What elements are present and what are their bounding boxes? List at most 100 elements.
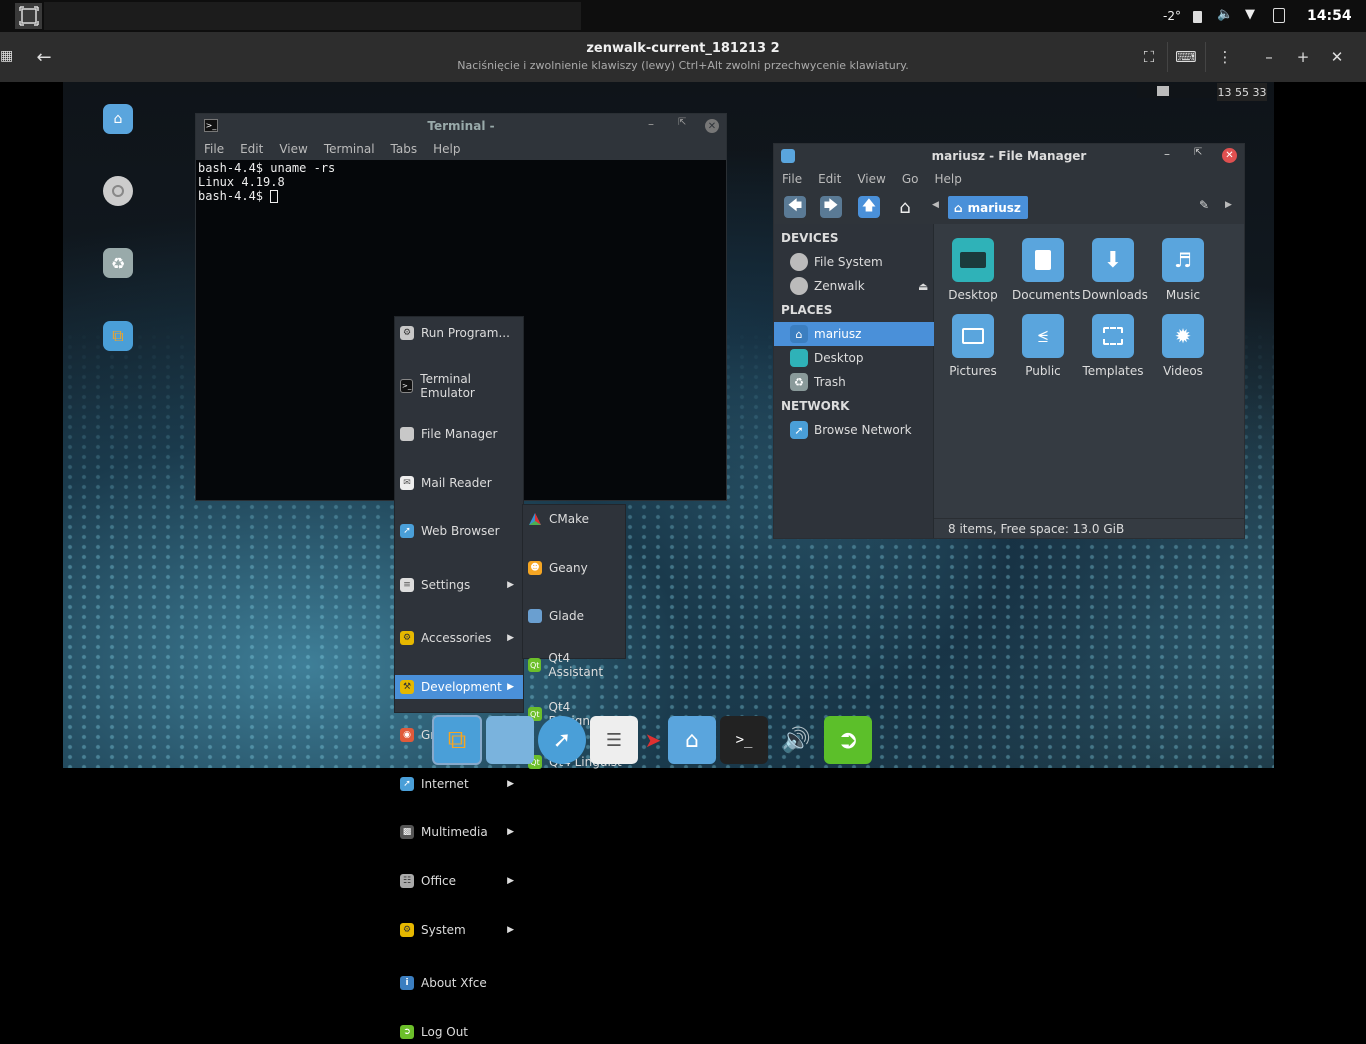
dock-pin[interactable]: ➤ — [642, 716, 664, 764]
menu-item-terminal-emulator[interactable]: >_ Terminal Emulator — [395, 372, 523, 400]
clipboard-icon[interactable] — [1273, 8, 1285, 23]
menu-item-accessories[interactable]: ⚙ Accessories ▶ — [395, 626, 523, 650]
folder-videos[interactable]: ✹ Videos — [1152, 314, 1214, 378]
menu-item-log-out[interactable]: ➲ Log Out — [395, 1020, 523, 1044]
path-scroll-right-icon[interactable]: ▶ — [1225, 200, 1232, 210]
menu-item-office[interactable]: ☷ Office ▶ — [395, 869, 523, 893]
folder-music[interactable]: ♬ Music — [1152, 238, 1214, 302]
minimize-icon[interactable]: – — [648, 117, 654, 131]
close-button[interactable]: ✕ — [1322, 42, 1352, 72]
menu-item-file-manager[interactable]: File Manager — [395, 422, 523, 446]
menu-go[interactable]: Go — [894, 172, 927, 186]
path-scroll-left-icon[interactable]: ◀ — [932, 200, 939, 210]
chevron-right-icon: ▶ — [507, 925, 514, 935]
home-button[interactable]: ⌂ — [894, 196, 916, 218]
fullscreen-button[interactable]: ⛶ — [1134, 42, 1164, 72]
activities-button[interactable] — [15, 3, 42, 29]
clapperboard-icon: ▩ — [400, 825, 414, 839]
dock-web-browser[interactable]: ➚ — [538, 716, 586, 764]
menu-item-settings[interactable]: ≡ Settings ▶ — [395, 573, 523, 597]
terminal-line: Linux 4.19.8 — [198, 175, 285, 189]
terminal-titlebar[interactable]: >_ Terminal - – ⇱ ✕ — [196, 114, 726, 138]
menu-item-glade[interactable]: Glade — [523, 604, 625, 628]
sidebar-item-mariusz[interactable]: ⌂ mariusz — [774, 322, 934, 346]
menu-item-internet[interactable]: ➚ Internet ▶ — [395, 772, 523, 796]
sidebar-item-desktop[interactable]: Desktop — [774, 346, 934, 370]
dock-logout[interactable]: ➲ — [824, 716, 872, 764]
folder-desktop[interactable]: Desktop — [942, 238, 1004, 302]
fm-title: mariusz - File Manager — [931, 149, 1087, 163]
sidebar-item-label: File System — [814, 255, 883, 269]
places-header: PLACES — [781, 303, 833, 317]
folder-downloads[interactable]: ⬇ Downloads — [1082, 238, 1148, 302]
sliders-icon: ≡ — [400, 578, 414, 592]
maximize-icon[interactable]: ⇱ — [1194, 147, 1202, 158]
folder-public[interactable]: ⪬ Public — [1012, 314, 1074, 378]
close-icon[interactable]: ✕ — [1222, 148, 1237, 163]
parent-folder-button[interactable]: 🡅 — [858, 196, 880, 218]
edit-path-icon[interactable]: ✎ — [1199, 198, 1209, 212]
dock-zenwalk-menu[interactable]: ⧉ — [432, 715, 482, 765]
sidebar-item-zenwalk[interactable]: Zenwalk ⏏ — [774, 274, 934, 298]
menu-item-qt4-assistant[interactable]: Qt Qt4 Assistant — [523, 651, 625, 679]
zenwalk-desktop-icon[interactable]: ⧉ — [103, 321, 133, 351]
menu-item-run-program[interactable]: ⚙ Run Program... — [395, 321, 523, 345]
guest-clock[interactable]: 13 55 33 — [1217, 83, 1267, 101]
menu-view[interactable]: View — [849, 172, 893, 186]
home-desktop-icon[interactable]: ⌂ — [103, 104, 133, 134]
menu-terminal[interactable]: Terminal — [316, 142, 383, 156]
minimize-icon[interactable]: – — [1164, 147, 1170, 161]
sidebar-item-browse-network[interactable]: ➚ Browse Network — [774, 418, 934, 442]
filesystem-desktop-icon[interactable] — [103, 176, 133, 206]
menu-help[interactable]: Help — [425, 142, 468, 156]
trash-desktop-icon[interactable]: ♻ — [103, 248, 133, 278]
terminal-output[interactable]: bash-4.4$ uname -rs Linux 4.19.8 bash-4.… — [198, 161, 335, 203]
back-button[interactable]: 🡄 — [784, 196, 806, 218]
dock-terminal[interactable]: >_ — [720, 716, 768, 764]
battery-indicator-icon[interactable] — [1193, 11, 1202, 23]
dock-equalizer[interactable]: ☰ — [590, 716, 638, 764]
keyboard-button[interactable]: ⌨ — [1171, 42, 1201, 72]
dock-home[interactable]: ⌂ — [668, 716, 716, 764]
menu-item-web-browser[interactable]: ➚ Web Browser — [395, 519, 523, 543]
menu-view[interactable]: View — [271, 142, 315, 156]
folder-label: Music — [1165, 288, 1201, 302]
menu-item-cmake[interactable]: CMake — [523, 507, 625, 531]
menu-item-development[interactable]: ⚒ Development ▶ — [395, 675, 523, 699]
menu-file[interactable]: File — [196, 142, 232, 156]
menu-item-geany[interactable]: ☻ Geany — [523, 556, 625, 580]
host-clock[interactable]: 14:54 — [1307, 8, 1352, 24]
folder-documents[interactable]: Documents — [1012, 238, 1081, 302]
maximize-button[interactable]: + — [1288, 42, 1318, 72]
folder-pictures[interactable]: Pictures — [942, 314, 1004, 378]
cmake-icon — [528, 512, 542, 526]
wifi-icon[interactable]: ▼ — [1245, 7, 1255, 22]
folder-templates[interactable]: Templates — [1082, 314, 1144, 378]
dock-volume[interactable]: 🔊 — [772, 716, 820, 764]
forward-button[interactable]: 🡆 — [820, 196, 842, 218]
close-icon[interactable]: ✕ — [705, 119, 719, 133]
menu-item-mail-reader[interactable]: ✉ Mail Reader — [395, 471, 523, 495]
more-options-button[interactable]: ⋮ — [1210, 42, 1240, 72]
menu-item-multimedia[interactable]: ▩ Multimedia ▶ — [395, 820, 523, 844]
dock-folder[interactable] — [486, 716, 534, 764]
eject-icon[interactable]: ⏏ — [918, 280, 928, 293]
menu-edit[interactable]: Edit — [232, 142, 271, 156]
fm-sidebar: DEVICES File System Zenwalk ⏏ PLACES ⌂ mar… — [774, 224, 934, 538]
sidebar-item-trash[interactable]: ♻ Trash — [774, 370, 934, 394]
sidebar-item-filesystem[interactable]: File System — [774, 250, 934, 274]
maximize-icon[interactable]: ⇱ — [678, 117, 686, 128]
menu-file[interactable]: File — [774, 172, 810, 186]
menu-edit[interactable]: Edit — [810, 172, 849, 186]
folder-label: Documents — [1012, 288, 1081, 302]
volume-icon[interactable]: 🔈 — [1217, 7, 1233, 22]
tray-app-icon[interactable] — [1157, 86, 1169, 96]
desktop-icon — [952, 238, 994, 282]
menu-item-about-xfce[interactable]: i About Xfce — [395, 971, 523, 995]
menu-item-system[interactable]: ⚙ System ▶ — [395, 918, 523, 942]
menu-tabs[interactable]: Tabs — [383, 142, 426, 156]
menu-help[interactable]: Help — [926, 172, 969, 186]
fm-titlebar[interactable]: mariusz - File Manager – ⇱ ✕ — [774, 144, 1244, 168]
path-button-mariusz[interactable]: ⌂ mariusz — [948, 196, 1028, 219]
minimize-button[interactable]: – — [1254, 42, 1284, 72]
